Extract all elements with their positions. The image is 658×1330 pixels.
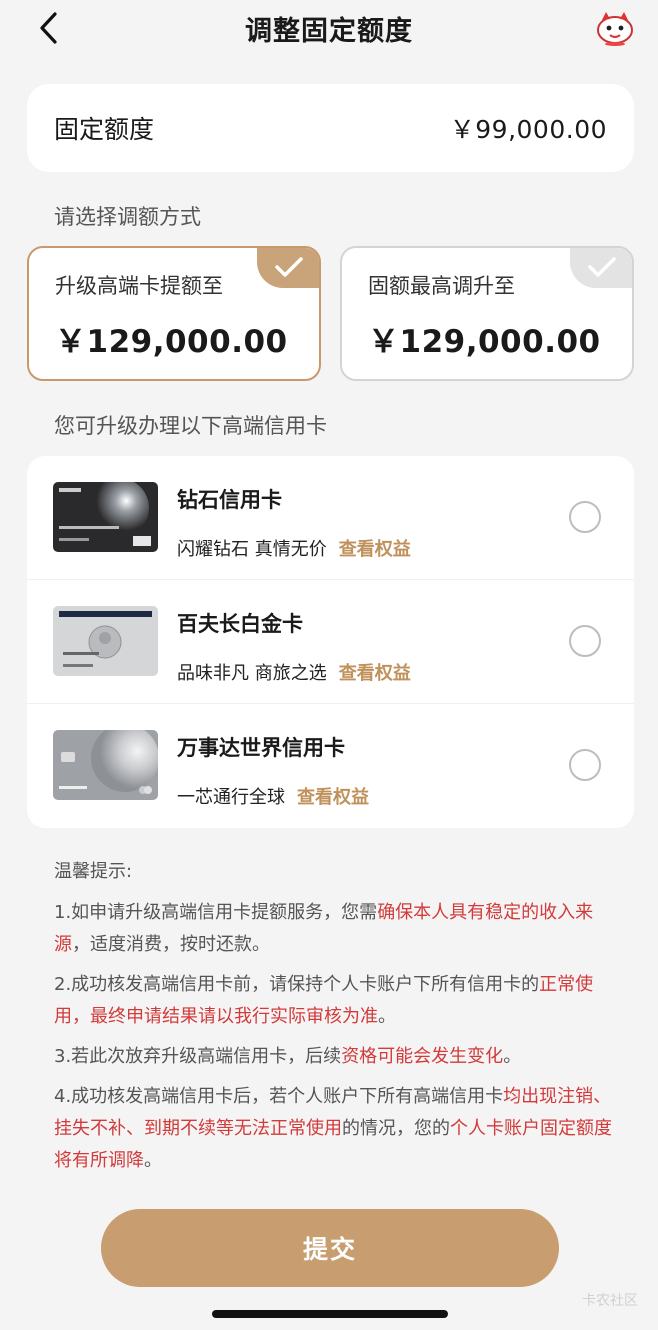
fixed-quota-value: ￥99,000.00 (449, 115, 607, 144)
centurion-card-image (53, 606, 158, 676)
tips-section: 温馨提示: 1.如申请升级高端信用卡提额服务，您需确保本人具有稳定的收入来源，适… (54, 856, 614, 1185)
card-list: 钻石信用卡 闪耀钻石 真情无价 查看权益 百夫长白金卡 品味非凡 商旅之选 查看权益 (27, 456, 634, 828)
back-button[interactable] (30, 10, 66, 46)
cards-section-label: 您可升级办理以下高端信用卡 (54, 414, 327, 438)
option-amount: ￥129,000.00 (368, 324, 601, 360)
card-row-diamond[interactable]: 钻石信用卡 闪耀钻石 真情无价 查看权益 (27, 456, 634, 580)
card-name: 钻石信用卡 (177, 488, 282, 512)
fixed-quota-card: 固定额度 ￥99,000.00 (27, 84, 634, 172)
view-benefits-link[interactable]: 查看权益 (339, 663, 411, 684)
card-desc-text: 闪耀钻石 真情无价 (177, 539, 327, 560)
diamond-card-image (53, 482, 158, 552)
mascot-button[interactable] (594, 8, 636, 46)
watermark: 卡农社区 (582, 1293, 638, 1309)
mascot-icon (597, 12, 633, 46)
card-desc: 闪耀钻石 真情无价 查看权益 (177, 535, 411, 561)
option-upgrade-card[interactable]: 升级高端卡提额至 ￥129,000.00 (27, 246, 321, 381)
card-desc: 品味非凡 商旅之选 查看权益 (177, 659, 411, 685)
card-name: 万事达世界信用卡 (177, 736, 345, 760)
world-card-image (53, 730, 158, 800)
check-badge (570, 248, 632, 288)
tip-item: 3.若此次放弃升级高端信用卡，后续资格可能会发生变化。 (54, 1046, 522, 1067)
card-row-world-mastercard[interactable]: 万事达世界信用卡 一芯通行全球 查看权益 (27, 704, 634, 828)
option-title: 升级高端卡提额至 (55, 274, 223, 298)
option-title: 固额最高调升至 (368, 274, 515, 298)
view-benefits-link[interactable]: 查看权益 (339, 539, 411, 560)
checkmark-icon (588, 257, 616, 277)
card-desc: 一芯通行全球 查看权益 (177, 783, 369, 809)
card-desc-text: 品味非凡 商旅之选 (177, 663, 327, 684)
page-title: 调整固定额度 (245, 15, 413, 47)
radio-button[interactable] (569, 501, 601, 533)
radio-button[interactable] (569, 749, 601, 781)
top-nav: 调整固定额度 (0, 0, 658, 56)
view-benefits-link[interactable]: 查看权益 (297, 787, 369, 808)
tips-title: 温馨提示: (54, 861, 133, 882)
option-raise-quota[interactable]: 固额最高调升至 ￥129,000.00 (340, 246, 634, 381)
chevron-left-icon (40, 12, 57, 44)
option-amount: ￥129,000.00 (55, 324, 288, 360)
submit-button[interactable]: 提交 (101, 1209, 559, 1287)
card-desc-text: 一芯通行全球 (177, 787, 285, 808)
radio-button[interactable] (569, 625, 601, 657)
check-badge (257, 248, 319, 288)
tip-item: 2.成功核发高端信用卡前，请保持个人卡账户下所有信用卡的正常使用，最终申请结果请… (54, 974, 594, 1027)
method-section-label: 请选择调额方式 (54, 205, 201, 229)
card-name: 百夫长白金卡 (177, 612, 303, 636)
tip-item: 1.如申请升级高端信用卡提额服务，您需确保本人具有稳定的收入来源，适度消费，按时… (54, 902, 594, 955)
card-row-centurion[interactable]: 百夫长白金卡 品味非凡 商旅之选 查看权益 (27, 580, 634, 704)
fixed-quota-label: 固定额度 (54, 115, 155, 144)
home-indicator[interactable] (212, 1310, 448, 1318)
tip-item: 4.成功核发高端信用卡后，若个人账户下所有高端信用卡均出现注销、挂失不补、到期不… (54, 1086, 612, 1171)
checkmark-icon (275, 257, 303, 277)
